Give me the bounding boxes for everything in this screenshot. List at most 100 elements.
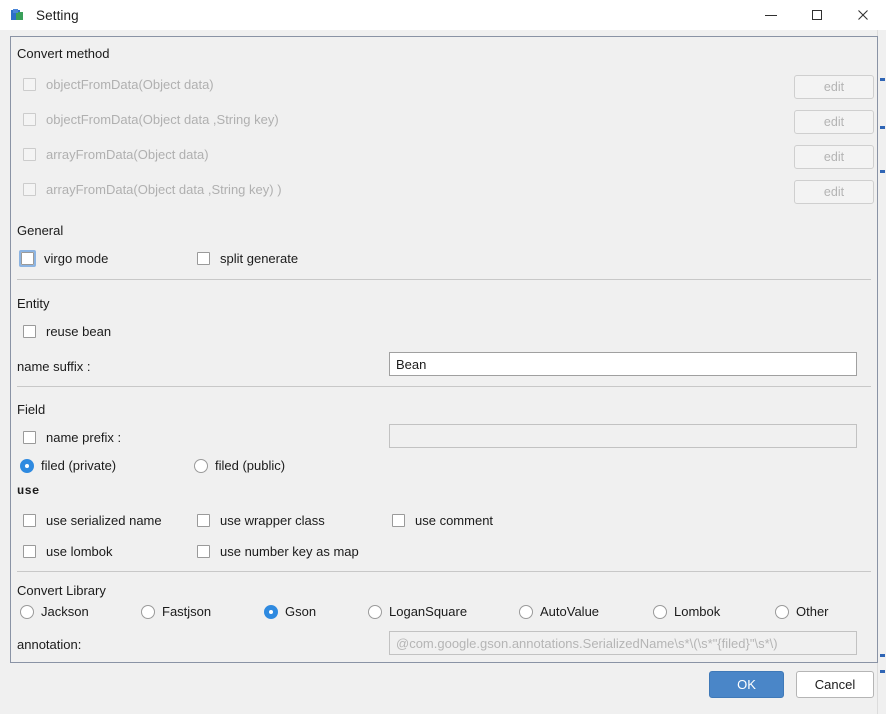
checkbox-label: virgo mode <box>44 251 109 266</box>
checkbox-row-use-comment[interactable]: use comment <box>389 511 493 530</box>
radio-filed-public[interactable] <box>194 458 208 473</box>
maximize-icon[interactable] <box>794 0 840 30</box>
divider-entity <box>17 386 871 387</box>
label-name-suffix: name suffix : <box>17 359 91 374</box>
label-annotation: annotation: <box>17 637 82 652</box>
radio-label: AutoValue <box>540 604 600 619</box>
section-title-convert-method: Convert method <box>17 46 110 61</box>
checkbox-row-object-from-data[interactable]: objectFromData(Object data) <box>20 75 214 94</box>
checkbox-row-use-lombok[interactable]: use lombok <box>20 542 112 561</box>
cancel-button[interactable]: Cancel <box>796 671 874 698</box>
checkbox-reuse-bean[interactable] <box>20 322 39 341</box>
cancel-button-label: Cancel <box>814 677 856 692</box>
checkbox-row-array-from-data[interactable]: arrayFromData(Object data) <box>20 145 209 164</box>
checkbox-row-object-from-data-key[interactable]: objectFromData(Object data ,String key) <box>20 110 279 129</box>
checkbox-label: use serialized name <box>46 513 162 528</box>
edit-button-array-from-data[interactable]: edit <box>794 145 874 169</box>
radio-label: LoganSquare <box>389 604 468 619</box>
close-icon[interactable] <box>840 0 886 30</box>
name-suffix-input[interactable] <box>389 352 857 376</box>
radio-row-autovalue[interactable]: AutoValue <box>519 604 599 619</box>
radio-row-fastjson[interactable]: Fastjson <box>141 604 211 619</box>
radio-autovalue[interactable] <box>519 604 533 619</box>
radio-label: filed (private) <box>41 458 117 473</box>
checkbox-use-lombok[interactable] <box>20 542 39 561</box>
minimize-icon[interactable] <box>748 0 794 30</box>
checkbox-row-array-from-data-key[interactable]: arrayFromData(Object data ,String key) ) <box>20 180 282 199</box>
checkbox-label: use wrapper class <box>220 513 325 528</box>
checkbox-row-use-number-key-as-map[interactable]: use number key as map <box>194 542 359 561</box>
divider-general <box>17 279 871 280</box>
app-icon <box>11 8 25 22</box>
radio-gson[interactable] <box>264 604 278 619</box>
radio-row-jackson[interactable]: Jackson <box>20 604 89 619</box>
radio-label: Jackson <box>41 604 89 619</box>
edit-button-label: edit <box>823 185 845 199</box>
edit-button-object-from-data-key[interactable]: edit <box>794 110 874 134</box>
checkbox-row-use-wrapper-class[interactable]: use wrapper class <box>194 511 325 530</box>
settings-panel: Convert method objectFromData(Object dat… <box>10 36 878 663</box>
subsection-title-use: use <box>17 484 40 498</box>
section-title-field: Field <box>17 402 46 417</box>
radio-fastjson[interactable] <box>141 604 155 619</box>
checkbox-name-prefix[interactable] <box>20 428 39 447</box>
section-title-convert-library: Convert Library <box>17 583 106 598</box>
radio-row-filed-public[interactable]: filed (public) <box>194 458 285 473</box>
checkbox-label: use lombok <box>46 544 113 559</box>
checkbox-object-from-data[interactable] <box>20 75 39 94</box>
checkbox-row-name-prefix[interactable]: name prefix : <box>20 428 121 447</box>
radio-row-gson[interactable]: Gson <box>264 604 316 619</box>
name-prefix-input[interactable] <box>389 424 857 448</box>
radio-logansquare[interactable] <box>368 604 382 619</box>
checkbox-array-from-data-key[interactable] <box>20 180 39 199</box>
checkbox-row-split-generate[interactable]: split generate <box>194 249 298 268</box>
checkbox-use-serialized-name[interactable] <box>20 511 39 530</box>
edit-button-object-from-data[interactable]: edit <box>794 75 874 99</box>
checkbox-label: objectFromData(Object data) <box>46 77 214 92</box>
checkbox-label: use comment <box>415 513 494 528</box>
checkbox-row-reuse-bean[interactable]: reuse bean <box>20 322 111 341</box>
checkbox-label: use number key as map <box>220 544 359 559</box>
checkbox-row-virgo-mode[interactable]: virgo mode <box>18 249 108 268</box>
checkbox-row-use-serialized-name[interactable]: use serialized name <box>20 511 162 530</box>
checkbox-label: arrayFromData(Object data ,String key) ) <box>46 182 282 197</box>
radio-jackson[interactable] <box>20 604 34 619</box>
checkbox-use-comment[interactable] <box>389 511 408 530</box>
window-controls <box>748 0 886 30</box>
radio-label: Other <box>796 604 829 619</box>
radio-row-filed-private[interactable]: filed (private) <box>20 458 116 473</box>
checkbox-label: reuse bean <box>46 324 112 339</box>
radio-label: Gson <box>285 604 317 619</box>
checkbox-label: objectFromData(Object data ,String key) <box>46 112 279 127</box>
edit-button-label: edit <box>823 80 845 94</box>
checkbox-label: arrayFromData(Object data) <box>46 147 209 162</box>
radio-row-other[interactable]: Other <box>775 604 829 619</box>
checkbox-split-generate[interactable] <box>194 249 213 268</box>
edit-button-array-from-data-key[interactable]: edit <box>794 180 874 204</box>
checkbox-use-number-key-as-map[interactable] <box>194 542 213 561</box>
annotation-input[interactable] <box>389 631 857 655</box>
window-title: Setting <box>36 7 79 23</box>
radio-lombok[interactable] <box>653 604 667 619</box>
dialog-body: Convert method objectFromData(Object dat… <box>0 30 886 714</box>
checkbox-object-from-data-key[interactable] <box>20 110 39 129</box>
setting-dialog-window: Setting Convert method objectFromData(Ob… <box>0 0 886 714</box>
divider-field <box>17 571 871 572</box>
radio-row-lombok[interactable]: Lombok <box>653 604 720 619</box>
radio-row-logansquare[interactable]: LoganSquare <box>368 604 467 619</box>
radio-label: Lombok <box>674 604 721 619</box>
section-title-general: General <box>17 223 64 238</box>
checkbox-use-wrapper-class[interactable] <box>194 511 213 530</box>
section-title-entity: Entity <box>17 296 50 311</box>
window-scrollbar[interactable] <box>877 30 886 714</box>
checkbox-array-from-data[interactable] <box>20 145 39 164</box>
title-bar: Setting <box>0 0 886 30</box>
edit-button-label: edit <box>823 115 845 129</box>
checkbox-label: name prefix : <box>46 430 122 445</box>
radio-label: Fastjson <box>162 604 212 619</box>
radio-other[interactable] <box>775 604 789 619</box>
radio-label: filed (public) <box>215 458 286 473</box>
ok-button[interactable]: OK <box>709 671 784 698</box>
checkbox-virgo-mode[interactable] <box>18 249 37 268</box>
radio-filed-private[interactable] <box>20 458 34 473</box>
